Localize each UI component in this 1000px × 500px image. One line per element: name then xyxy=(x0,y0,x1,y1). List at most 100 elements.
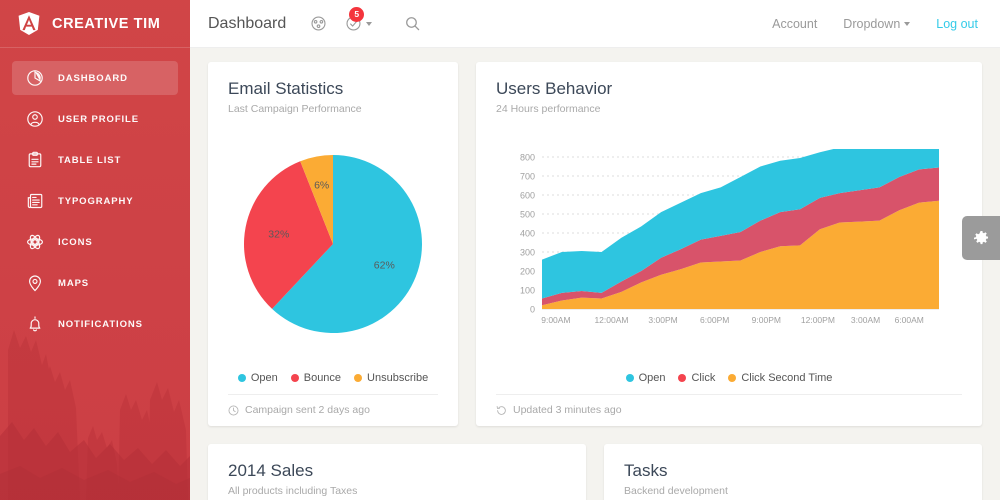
y-axis-tick-label: 200 xyxy=(519,266,534,276)
x-axis-tick-label: 12:00AM xyxy=(594,315,628,325)
content-area: Email Statistics Last Campaign Performan… xyxy=(190,48,1000,500)
sidebar-item-label: NOTIFICATIONS xyxy=(58,318,143,330)
y-axis-tick-label: 500 xyxy=(519,209,534,219)
dashboard-gauge-icon[interactable] xyxy=(310,15,327,32)
sidebar-item-label: DASHBOARD xyxy=(58,72,128,84)
x-axis-tick-label: 12:00PM xyxy=(800,315,834,325)
dashboard-pie-icon xyxy=(25,68,45,88)
typography-icon xyxy=(25,191,45,211)
legend-color-swatch xyxy=(354,374,363,382)
pie-slice-label: 6% xyxy=(314,179,329,191)
legend-color-swatch xyxy=(678,374,687,382)
clock-icon xyxy=(228,405,239,416)
card-email-statistics: Email Statistics Last Campaign Performan… xyxy=(208,62,458,426)
nav-link-logout[interactable]: Log out xyxy=(936,17,978,31)
refresh-icon xyxy=(496,405,507,416)
brand-label: CREATIVE TIM xyxy=(52,15,161,32)
notification-bell-icon[interactable]: 5 xyxy=(345,7,373,32)
y-axis-tick-label: 300 xyxy=(519,247,534,257)
bell-icon xyxy=(25,314,45,334)
card-title: 2014 Sales xyxy=(228,461,314,480)
legend-label: Open xyxy=(638,372,666,384)
main-panel: Dashboard 5 Account Dropdown Log out Ema… xyxy=(190,0,1000,500)
card-header: 2014 Sales All products including Taxes xyxy=(208,444,586,497)
card-2014-sales: 2014 Sales All products including Taxes xyxy=(208,444,586,500)
legend-label: Click xyxy=(691,372,716,384)
legend-color-swatch xyxy=(290,374,299,382)
area-chart-legend: Open Click Click Second Time xyxy=(476,372,982,394)
legend-item-unsubscribe[interactable]: Unsubscribe xyxy=(354,372,428,384)
sidebar-item-label: TABLE LIST xyxy=(58,154,122,166)
card-header: Tasks Backend development xyxy=(604,444,982,497)
user-circle-icon xyxy=(25,109,45,129)
card-footer: Campaign sent 2 days ago xyxy=(228,394,438,426)
sidebar-item-maps[interactable]: MAPS xyxy=(12,266,178,300)
sidebar-item-dashboard[interactable]: DASHBOARD xyxy=(12,61,178,95)
sidebar-item-icons[interactable]: ICONS xyxy=(12,225,178,259)
gear-icon xyxy=(973,230,990,247)
card-title: Users Behavior xyxy=(496,79,613,98)
legend-item-click[interactable]: Click xyxy=(678,372,715,384)
y-axis-tick-label: 700 xyxy=(519,171,534,181)
navbar-icon-group: 5 xyxy=(310,7,421,32)
legend-label: Unsubscribe xyxy=(367,372,429,384)
email-statistics-pie-chart[interactable]: 62% 32% 6% xyxy=(242,153,424,335)
card-footer-text: Updated 3 minutes ago xyxy=(513,404,622,416)
x-axis-tick-label: 9:00AM xyxy=(541,315,570,325)
card-footer-text: Campaign sent 2 days ago xyxy=(245,404,370,416)
map-pin-icon xyxy=(25,273,45,293)
nav-link-dropdown[interactable]: Dropdown xyxy=(843,16,911,31)
x-axis-tick-label: 6:00PM xyxy=(700,315,729,325)
legend-color-swatch xyxy=(728,374,737,382)
dashboard-app: CREATIVE TIM DASHBOARD USER PROFILE TABL… xyxy=(0,0,1000,500)
clipboard-icon xyxy=(25,150,45,170)
card-header: Users Behavior 24 Hours performance xyxy=(476,62,982,115)
y-axis-tick-label: 0 xyxy=(529,304,534,314)
legend-label: Bounce xyxy=(303,372,342,384)
sidebar-item-typography[interactable]: TYPOGRAPHY xyxy=(12,184,178,218)
y-axis-tick-label: 800 xyxy=(519,152,534,162)
pie-chart-container: 62% 32% 6% xyxy=(208,115,458,372)
sidebar-item-label: USER PROFILE xyxy=(58,113,140,125)
card-subtitle: Last Campaign Performance xyxy=(228,103,362,116)
legend-label: Click Second Time xyxy=(741,372,833,384)
y-axis-tick-label: 100 xyxy=(519,285,534,295)
x-axis-tick-label: 6:00AM xyxy=(894,315,923,325)
pie-chart-legend: Open Bounce Unsubscribe xyxy=(208,372,458,394)
legend-item-bounce[interactable]: Bounce xyxy=(290,372,342,384)
sidebar-nav: DASHBOARD USER PROFILE TABLE LIST TYPOGR… xyxy=(0,48,190,341)
sidebar-item-label: MAPS xyxy=(58,277,90,289)
search-icon[interactable] xyxy=(404,15,421,32)
pie-slice-label: 32% xyxy=(268,228,289,240)
sidebar-item-user-profile[interactable]: USER PROFILE xyxy=(12,102,178,136)
cards-row-top: Email Statistics Last Campaign Performan… xyxy=(208,62,982,426)
pie-slice-label: 62% xyxy=(374,259,395,271)
y-axis-tick-label: 400 xyxy=(519,228,534,238)
navbar-links: Account Dropdown Log out xyxy=(772,17,978,31)
settings-panel-toggle[interactable] xyxy=(962,216,1000,260)
sidebar-brand[interactable]: CREATIVE TIM xyxy=(0,0,190,48)
sidebar-item-label: TYPOGRAPHY xyxy=(58,195,134,207)
nav-link-dropdown-label: Dropdown xyxy=(843,16,901,31)
card-header: Email Statistics Last Campaign Performan… xyxy=(208,62,458,115)
sidebar-item-table-list[interactable]: TABLE LIST xyxy=(12,143,178,177)
sidebar: CREATIVE TIM DASHBOARD USER PROFILE TABL… xyxy=(0,0,190,500)
legend-color-swatch xyxy=(237,374,246,382)
card-title: Tasks xyxy=(624,461,668,480)
atom-icon xyxy=(25,232,45,252)
legend-item-open[interactable]: Open xyxy=(237,372,278,384)
angular-logo-icon xyxy=(16,11,42,37)
sidebar-item-label: ICONS xyxy=(58,236,93,248)
legend-item-open[interactable]: Open xyxy=(625,372,666,384)
nav-link-account[interactable]: Account xyxy=(772,17,817,31)
legend-label: Open xyxy=(250,372,278,384)
card-subtitle: All products including Taxes xyxy=(228,485,358,498)
card-subtitle: Backend development xyxy=(624,485,728,498)
x-axis-tick-label: 3:00PM xyxy=(648,315,677,325)
card-title: Email Statistics xyxy=(228,79,344,98)
legend-item-click-second-time[interactable]: Click Second Time xyxy=(728,372,832,384)
sidebar-item-notifications[interactable]: NOTIFICATIONS xyxy=(12,307,178,341)
users-behavior-area-chart[interactable]: 0 100 200 300 400 500 600 700 800 9:00AM 12:00AM 3:… xyxy=(502,148,957,339)
area-chart-container: 0 100 200 300 400 500 600 700 800 9:00AM 12:00AM 3:… xyxy=(476,115,982,372)
top-navbar: Dashboard 5 Account Dropdown Log out xyxy=(190,0,1000,48)
